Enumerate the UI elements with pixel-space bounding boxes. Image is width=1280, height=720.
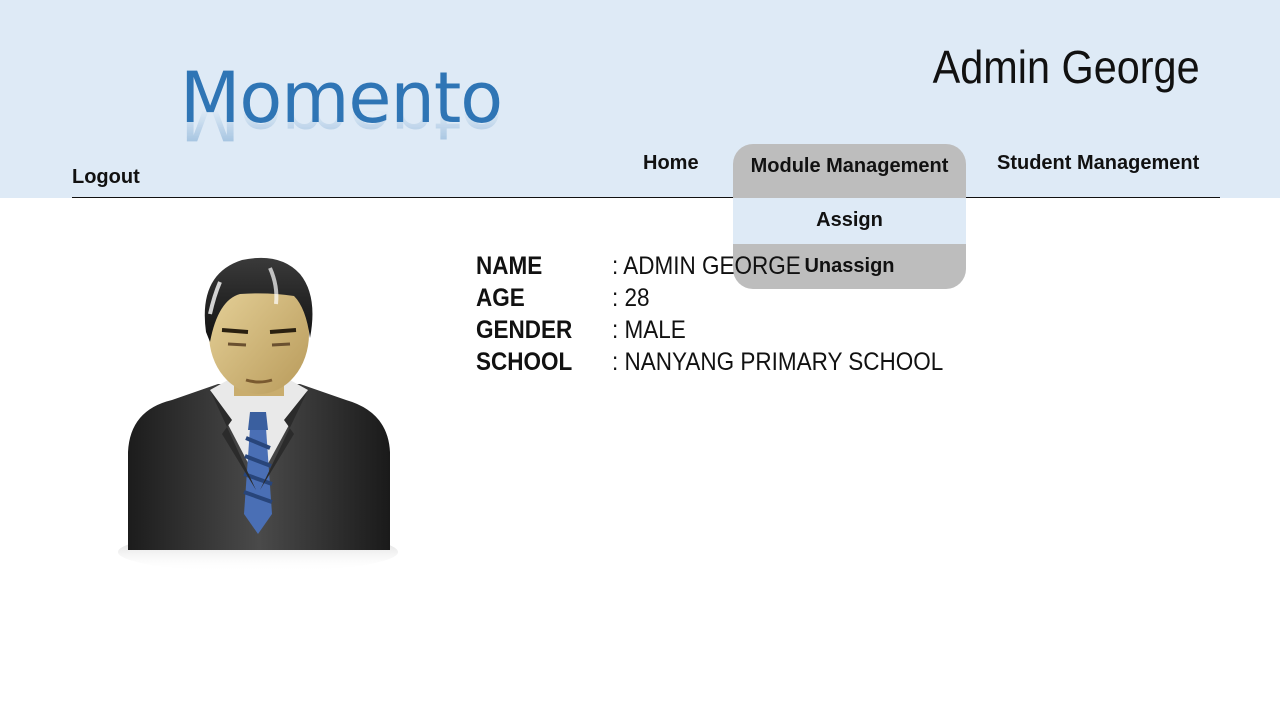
nav-module-management[interactable]: Module Management (733, 144, 966, 198)
header: Momento Momento Admin George Logout Home… (0, 0, 1280, 198)
profile-row-school: SCHOOL : NANYANG PRIMARY SCHOOL (476, 346, 996, 378)
field-value: : MALE (612, 316, 686, 344)
logout-link[interactable]: Logout (72, 166, 140, 189)
profile-details: NAME : ADMIN GEORGE AGE : 28 GENDER : MA… (476, 250, 996, 378)
profile-row-age: AGE : 28 (476, 282, 996, 314)
menu-item-assign[interactable]: Assign (733, 198, 966, 244)
field-value: : ADMIN GEORGE (612, 252, 801, 280)
logo-reflection: Momento (180, 74, 503, 154)
field-value: : 28 (612, 284, 650, 312)
businessman-avatar-icon (110, 252, 400, 582)
field-label: NAME (476, 252, 543, 280)
nav-student-management[interactable]: Student Management (997, 152, 1199, 175)
admin-name: Admin George (933, 41, 1200, 93)
nav-home[interactable]: Home (643, 152, 699, 175)
field-value: : NANYANG PRIMARY SCHOOL (612, 348, 944, 376)
profile-row-name: NAME : ADMIN GEORGE (476, 250, 996, 282)
field-label: SCHOOL (476, 348, 573, 376)
field-label: GENDER (476, 316, 573, 344)
field-label: AGE (476, 284, 525, 312)
header-divider (72, 197, 1220, 198)
logo: Momento Momento (180, 58, 503, 168)
profile-row-gender: GENDER : MALE (476, 314, 996, 346)
